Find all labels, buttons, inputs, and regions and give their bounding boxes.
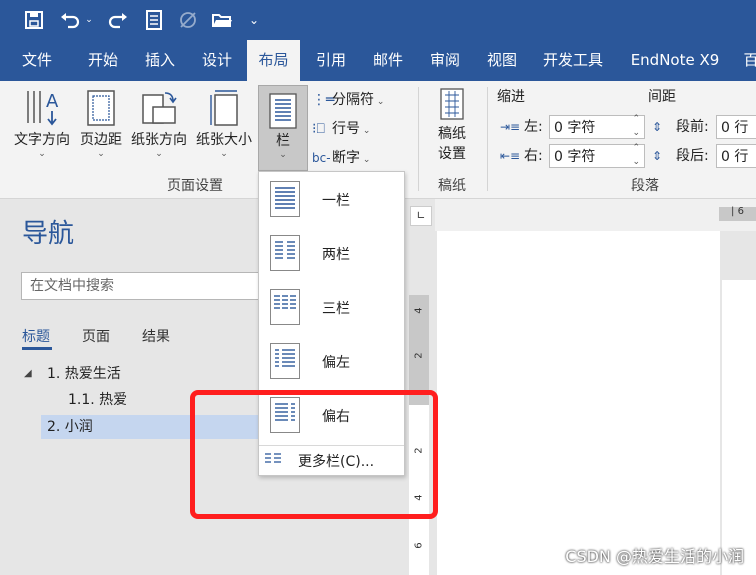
manuscript-icon <box>440 88 464 120</box>
watermark: CSDN @热爱生活的小润 <box>565 547 744 566</box>
highlight-annotation <box>190 390 438 519</box>
page-setup-group-label: 页面设置 <box>167 178 223 194</box>
hyphenation-icon: bc‑ <box>312 151 331 165</box>
tab-view[interactable]: 视图 <box>473 40 531 81</box>
tab-file[interactable]: 文件 <box>8 40 66 81</box>
indent-right-icon: ⇤≡ <box>500 149 521 163</box>
tab-developer[interactable]: 开发工具 <box>533 40 613 81</box>
undo-dropdown-icon[interactable]: ⌄ <box>82 8 96 32</box>
tab-more[interactable]: 百 <box>736 40 756 81</box>
ruler-label: | 6 <box>731 206 744 217</box>
three-columns-icon <box>270 289 300 325</box>
ribbon-tabs: 文件 开始 插入 设计 布局 引用 邮件 审阅 视图 开发工具 EndNote … <box>0 40 756 81</box>
spacing-after-label: 段后: <box>676 148 709 164</box>
orientation-button[interactable]: 纸张方向 ⌄ <box>128 87 190 171</box>
columns-button[interactable]: 栏 ⌄ <box>258 85 308 171</box>
nav-tab-underline <box>22 347 52 350</box>
hyphenation-button[interactable]: bc‑断字 ⌄ <box>312 147 404 169</box>
columns-option-left[interactable]: 偏左 <box>262 336 399 388</box>
margins-button[interactable]: 页边距 ⌄ <box>76 87 126 171</box>
columns-option-three[interactable]: 三栏 <box>262 282 399 334</box>
spacing-before-field[interactable]: 0 行 <box>716 115 756 139</box>
text-direction-button[interactable]: A 文字方向 ⌄ <box>10 87 74 171</box>
nav-tab-headings[interactable]: 标题 <box>22 326 50 346</box>
spacing-before-label: 段前: <box>676 119 709 135</box>
size-icon <box>210 90 238 126</box>
indent-right-field[interactable]: 0 字符 ⌃ ⌄ <box>549 141 645 169</box>
spinner-icon[interactable]: ⌃ ⌄ <box>632 141 640 169</box>
tab-endnote[interactable]: EndNote X9 <box>620 40 730 81</box>
group-separator <box>418 87 419 191</box>
option-label: 一栏 <box>322 193 350 209</box>
line-numbers-icon: ⁝⎕ <box>312 121 325 137</box>
columns-option-one[interactable]: 一栏 <box>262 174 399 226</box>
spacing-before-icon: ⇕ <box>652 120 663 134</box>
undo-icon[interactable] <box>58 8 82 32</box>
tab-home[interactable]: 开始 <box>74 40 132 81</box>
one-column-icon <box>270 181 300 217</box>
ruler-label: 6 <box>413 542 425 549</box>
open-folder-icon[interactable] <box>210 8 234 32</box>
line-numbers-button[interactable]: ⁝⎕ 行号 ⌄ <box>312 118 404 140</box>
tab-review[interactable]: 审阅 <box>416 40 474 81</box>
indent-right-label: 右: <box>524 148 543 164</box>
spacing-header: 间距 <box>648 89 676 105</box>
columns-icon <box>269 93 297 129</box>
columns-option-two[interactable]: 两栏 <box>262 228 399 280</box>
ruler-label: 4 <box>413 307 425 314</box>
quick-access-toolbar: ⌄ ⌄ <box>0 0 756 40</box>
tab-selector-icon[interactable]: ∟ <box>410 206 432 226</box>
indent-left-field[interactable]: 0 字符 ⌃ ⌄ <box>549 112 645 140</box>
option-label: 偏左 <box>322 355 350 371</box>
redo-icon[interactable] <box>106 8 130 32</box>
tab-design[interactable]: 设计 <box>188 40 246 81</box>
svg-text:A: A <box>46 91 59 112</box>
margins-icon <box>87 90 115 126</box>
heading-item-label: 2. 小润 <box>47 419 93 435</box>
breaks-icon: ⋮═ <box>312 92 335 108</box>
paragraph-group-label: 段落 <box>631 178 659 194</box>
spinner-icon[interactable]: ⌃ ⌄ <box>632 112 640 140</box>
spacing-after-icon: ⇕ <box>652 149 663 163</box>
ruler-label: 2 <box>413 352 425 359</box>
save-icon[interactable] <box>22 8 46 32</box>
tab-insert[interactable]: 插入 <box>131 40 189 81</box>
nav-tab-results[interactable]: 结果 <box>142 326 170 346</box>
draw-icon[interactable] <box>176 8 200 32</box>
collapse-icon[interactable]: ◢ <box>24 362 32 386</box>
spacing-after-field[interactable]: 0 行 <box>716 144 756 168</box>
breaks-button[interactable]: ⋮═分隔符 ⌄ <box>312 89 404 111</box>
indent-left-label: 左: <box>524 119 543 135</box>
tab-mailings[interactable]: 邮件 <box>359 40 417 81</box>
tab-layout[interactable]: 布局 <box>247 40 300 81</box>
nav-tab-pages[interactable]: 页面 <box>82 326 110 346</box>
two-columns-icon <box>270 235 300 271</box>
document-page-next[interactable] <box>722 280 756 575</box>
group-separator <box>487 87 488 191</box>
option-label: 两栏 <box>322 247 350 263</box>
left-column-icon <box>270 343 300 379</box>
customize-icon[interactable]: ⌄ <box>246 8 262 32</box>
tab-references[interactable]: 引用 <box>302 40 360 81</box>
size-button[interactable]: 纸张大小 ⌄ <box>192 87 256 171</box>
document-page[interactable] <box>437 231 720 575</box>
touch-mode-icon[interactable] <box>142 8 166 32</box>
manuscript-settings-button[interactable]: 稿纸 设置 <box>425 87 479 171</box>
indent-header: 缩进 <box>497 89 525 105</box>
nav-search-input[interactable]: 在文档中搜索 <box>21 272 271 300</box>
option-label: 三栏 <box>322 301 350 317</box>
manuscript-group-label: 稿纸 <box>438 178 466 194</box>
heading-item[interactable]: 1.1. 热爱 <box>68 388 127 412</box>
orientation-icon <box>142 92 177 124</box>
text-direction-icon: A <box>27 91 59 126</box>
heading-item[interactable]: 1. 热爱生活 <box>47 362 121 386</box>
horizontal-ruler[interactable]: | 6 <box>435 199 756 231</box>
nav-title: 导航 <box>22 219 75 249</box>
indent-left-icon: ⇥≡ <box>500 120 521 134</box>
